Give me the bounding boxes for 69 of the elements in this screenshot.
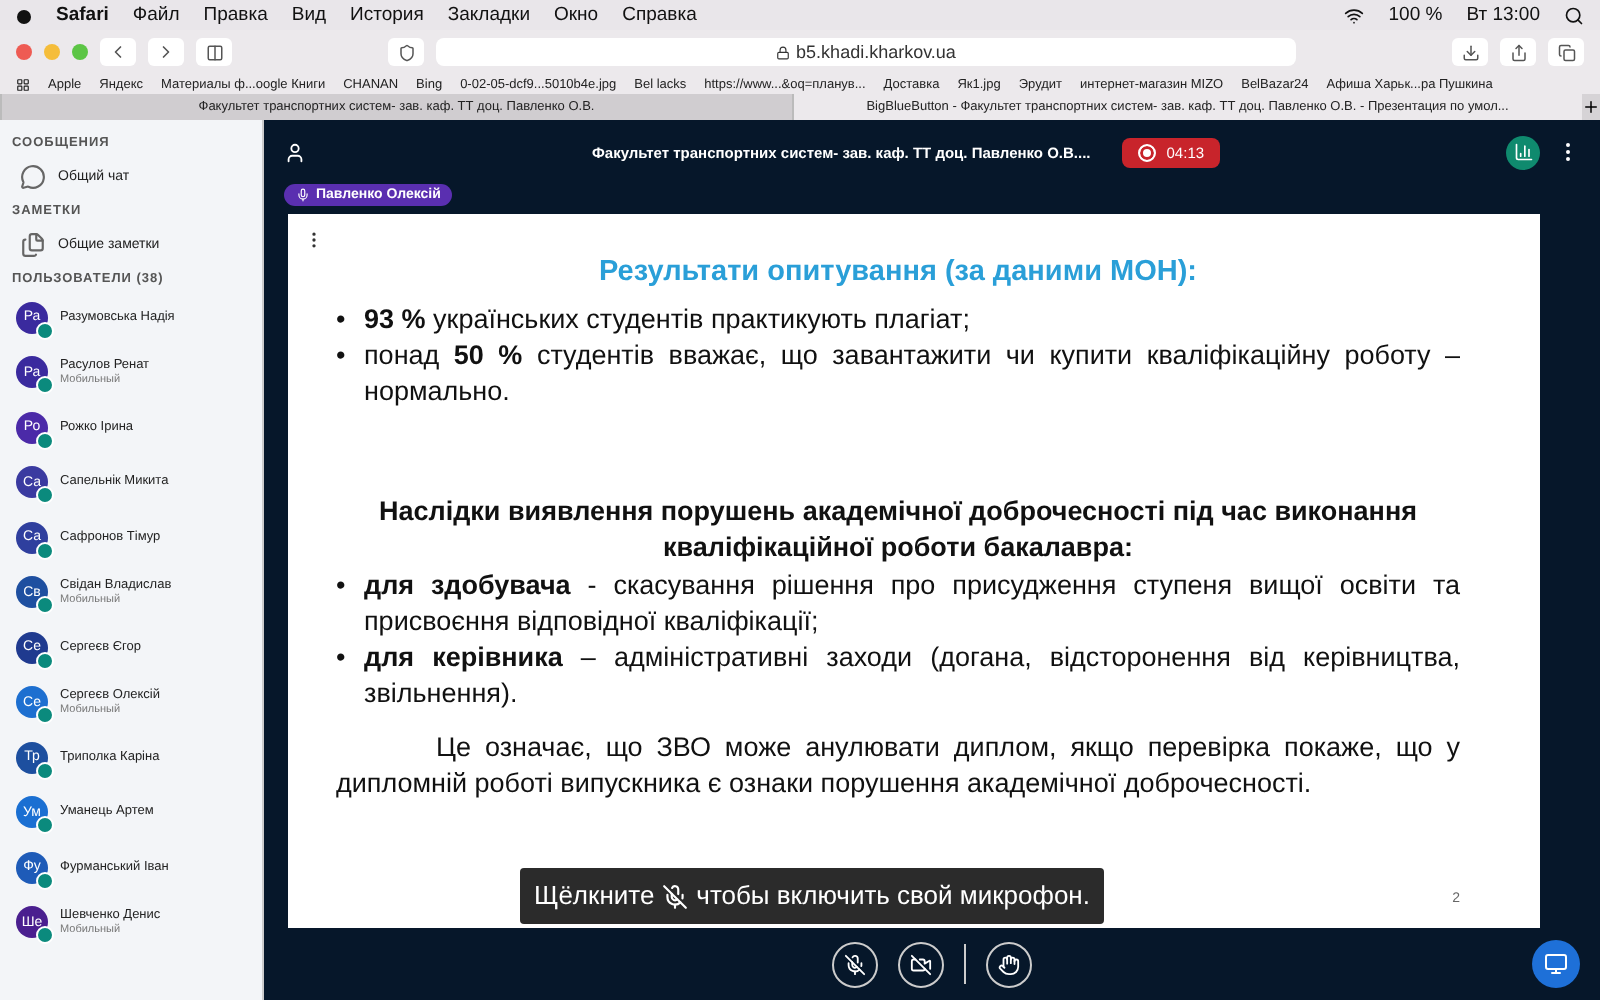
privacy-button[interactable] — [388, 38, 424, 66]
bullet-text: 93 % українських студентів практикують плагіат; — [364, 301, 972, 338]
sidebar-icon — [205, 43, 223, 61]
status-badge-icon — [36, 376, 54, 395]
unmute-button[interactable] — [832, 941, 878, 987]
status-badge-icon — [36, 651, 54, 670]
presentation-button[interactable] — [1532, 940, 1580, 988]
share-button[interactable] — [1500, 38, 1536, 66]
menu-item[interactable]: История — [350, 4, 424, 26]
tabs-icon — [1557, 43, 1575, 61]
hint-text: чтобы включить свой микрофон. — [696, 878, 1090, 914]
slide-heading: Наслідки виявлення порушень академічної доброчесності під час виконання кваліфікаційної роботи бакалавра: — [377, 494, 1419, 567]
muted-microphone-icon — [844, 953, 866, 975]
downloads-button[interactable] — [1452, 38, 1488, 66]
status-badge-icon — [36, 486, 54, 505]
grid-icon[interactable] — [16, 77, 30, 91]
status-badge-icon — [36, 596, 54, 615]
address-field[interactable]: b5.khadi.kharkov.ua — [436, 38, 1296, 66]
menu-item[interactable]: Safari — [56, 4, 109, 26]
chat-icon — [20, 164, 46, 190]
bullet-marker: • — [336, 301, 348, 338]
clock[interactable]: Вт 13:00 — [1466, 4, 1540, 26]
forward-button[interactable] — [148, 38, 184, 66]
raise-hand-button[interactable] — [986, 941, 1032, 987]
search-icon[interactable] — [1564, 5, 1584, 25]
status-badge-icon — [36, 871, 54, 890]
sidebar-button[interactable] — [196, 38, 232, 66]
menu-item[interactable]: Закладки — [447, 4, 531, 26]
bullet-text: для здобувача - скасування рішення про присудження ступеня вищої освіти та присвоєння відповідної кваліфікації; — [364, 567, 1460, 640]
hand-icon — [998, 953, 1020, 975]
tabs-button[interactable] — [1548, 38, 1584, 66]
camera-off-icon — [910, 953, 932, 975]
status-badge-icon — [36, 706, 54, 725]
share-icon — [1509, 43, 1527, 61]
connection-status-icon[interactable] — [1506, 135, 1540, 169]
bullet-text: понад 50 % студентів вважає, що завантажити чи купити кваліфікаційну роботу – нормально. — [364, 337, 1460, 410]
slide-paragraph: Це означає, що ЗВО може анулювати диплом, якщо перевірка покаже, що у дипломній роботі випускника є ознаки порушення академічної доброчесності. — [336, 729, 1460, 802]
bullet-marker: • — [336, 567, 348, 604]
bullet-text: для керівника – адміністративні заходи (догана, відсторонення від керівництва, звільнення). — [364, 640, 1460, 713]
microphone-icon — [296, 188, 310, 202]
lock-icon — [776, 45, 791, 59]
status-badge-icon — [36, 431, 54, 450]
presentation-icon — [1544, 952, 1568, 976]
menu-item[interactable]: Файл — [132, 4, 180, 26]
status-badge-icon — [36, 926, 54, 945]
menu-item[interactable]: Вид — [291, 4, 327, 26]
menu-item[interactable]: Правка — [203, 4, 268, 26]
bullet-marker: • — [336, 337, 348, 374]
close-window-button[interactable] — [16, 44, 32, 60]
slide-title: Результати опитування (за даними МОН): — [596, 254, 1200, 292]
status-badge-icon — [36, 321, 54, 340]
shield-icon — [397, 43, 415, 61]
download-icon — [1461, 43, 1479, 61]
camera-button[interactable] — [898, 941, 944, 987]
hint-text: Щёлкните — [534, 878, 655, 914]
menu-item[interactable]: Справка — [622, 4, 697, 26]
status-badge-icon — [36, 541, 54, 560]
user-icon[interactable] — [284, 141, 306, 163]
new-tab-icon[interactable] — [1582, 98, 1600, 116]
status-badge-icon — [36, 816, 54, 835]
muted-microphone-icon — [662, 883, 689, 910]
battery-level[interactable]: 100 % — [1388, 4, 1443, 26]
notes-icon — [20, 232, 46, 258]
back-button[interactable] — [100, 38, 136, 66]
bullet-marker: • — [336, 640, 348, 677]
signal-bars-icon — [1513, 142, 1533, 162]
status-badge-icon — [36, 761, 54, 780]
wifi-icon[interactable] — [1344, 5, 1365, 25]
menu-item[interactable]: Окно — [554, 4, 599, 26]
